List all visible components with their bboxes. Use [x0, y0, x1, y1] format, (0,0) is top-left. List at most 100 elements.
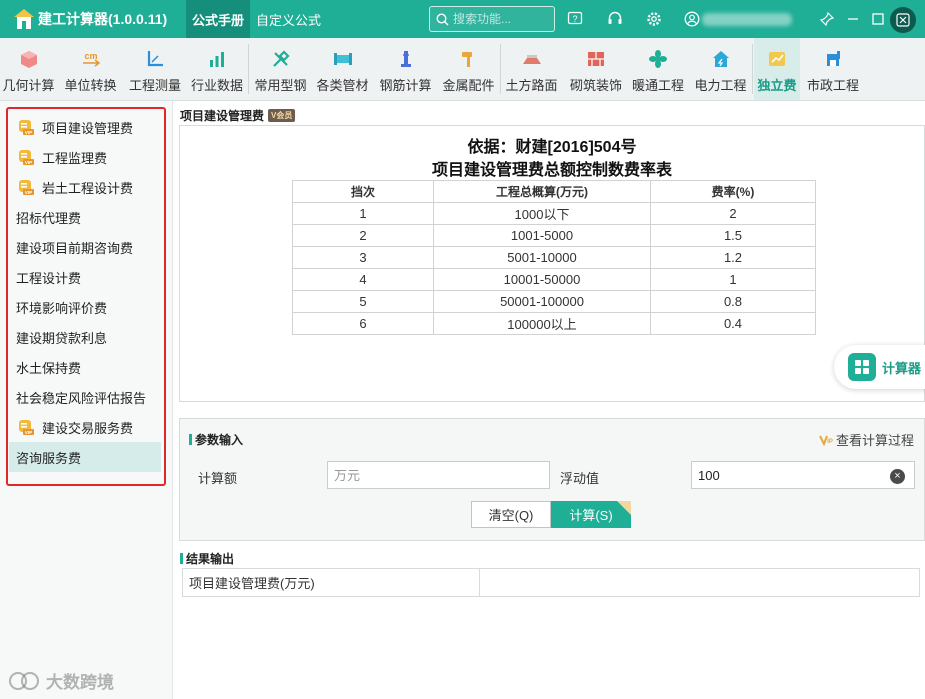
- svg-text:IP: IP: [827, 439, 833, 445]
- tool-label: 暖通工程: [631, 78, 684, 93]
- tool-label: 几何计算: [2, 78, 55, 93]
- tool-masonry-decoration[interactable]: 砌筑装饰: [565, 38, 627, 100]
- calculator-icon: [848, 353, 876, 381]
- table-cell: 0.8: [650, 290, 816, 313]
- table-cell: 5001-10000: [433, 246, 651, 269]
- headset-icon[interactable]: [605, 9, 625, 29]
- tab-formula-manual[interactable]: 公式手册: [186, 0, 251, 38]
- vip-coin-icon: VIP: [19, 149, 34, 165]
- sidebar-item[interactable]: 水土保持费: [9, 352, 161, 382]
- sidebar-item-label: 工程监理费: [42, 150, 108, 166]
- municipal-icon: [822, 48, 844, 70]
- table-cell: 50001-100000: [433, 290, 651, 313]
- table-row: 项目建设管理费(万元): [182, 568, 920, 597]
- rate-table-panel: 依据：财建[2016]504号 项目建设管理费总额控制数费率表 挡次 工程总概算…: [179, 125, 925, 402]
- sidebar-item[interactable]: 社会稳定风险评估报告: [9, 382, 161, 412]
- tool-hvac[interactable]: 暖通工程: [629, 38, 687, 100]
- table-cell: 1001-5000: [433, 224, 651, 247]
- settings-gear-icon[interactable]: [644, 9, 664, 29]
- rate-basis: 依据：财建[2016]504号: [467, 139, 637, 156]
- fan-icon: [647, 48, 669, 70]
- page-title-text: 项目建设管理费: [180, 109, 265, 123]
- category-toolbar: 几何计算 cm 单位转换 工程测量 行业数据 常用型钢 各类管材 钢筋计算 金属…: [0, 38, 925, 101]
- tab-custom-formula[interactable]: 自定义公式: [250, 0, 327, 38]
- sidebar-item-label: 项目建设管理费: [42, 120, 134, 136]
- minimize-icon[interactable]: [843, 9, 863, 29]
- sidebar-item-label: 招标代理费: [16, 210, 82, 226]
- tool-pipes[interactable]: 各类管材: [313, 38, 372, 100]
- column-header: 工程总概算(万元): [433, 180, 651, 203]
- ruler-angle-icon: [144, 48, 166, 70]
- sidebar-item[interactable]: 招标代理费: [9, 202, 161, 232]
- tool-survey[interactable]: 工程测量: [124, 38, 186, 100]
- view-process-label: 查看计算过程: [835, 433, 914, 448]
- search-input[interactable]: [449, 12, 545, 26]
- calculator-float-label: 计算器: [882, 360, 922, 376]
- table-row: 3 5001-10000 1.2: [292, 246, 816, 269]
- sidebar-item-label: 建设期贷款利息: [16, 330, 108, 346]
- tool-geometry[interactable]: 几何计算: [0, 38, 57, 100]
- view-process-link[interactable]: IP 查看计算过程: [819, 430, 914, 449]
- sidebar-item[interactable]: VIP 项目建设管理费: [9, 112, 161, 142]
- svg-text:?: ?: [572, 14, 577, 24]
- sidebar-item[interactable]: 建设期贷款利息: [9, 322, 161, 352]
- tool-power[interactable]: 电力工程: [691, 38, 750, 100]
- tool-industry-data[interactable]: 行业数据: [188, 38, 246, 100]
- clear-field-icon[interactable]: ×: [890, 469, 905, 484]
- avatar[interactable]: [890, 7, 916, 33]
- param-section-heading: 参数输入: [189, 431, 243, 448]
- calculate-button[interactable]: 计算(S): [551, 501, 631, 528]
- sidebar-item-label: 建设交易服务费: [42, 420, 134, 436]
- sidebar-item[interactable]: VIP 岩土工程设计费: [9, 172, 161, 202]
- tool-rebar[interactable]: 钢筋计算: [375, 38, 436, 100]
- table-cell: 4: [292, 268, 434, 291]
- float-value-input[interactable]: [691, 461, 915, 489]
- sidebar-item[interactable]: 环境影响评价费: [9, 292, 161, 322]
- tool-label: 单位转换: [64, 78, 117, 93]
- float-label: 浮动值: [560, 471, 600, 486]
- maximize-icon[interactable]: [868, 9, 888, 29]
- watermark-text: 大数跨境: [46, 673, 114, 692]
- sidebar-item[interactable]: VIP 建设交易服务费: [9, 412, 161, 442]
- sidebar-item-label: 环境影响评价费: [16, 300, 108, 316]
- sidebar-item[interactable]: 咨询服务费: [9, 442, 161, 472]
- member-badge-text: 会员: [276, 111, 293, 120]
- user-icon[interactable]: [682, 9, 702, 29]
- tool-label: 金属配件: [442, 78, 495, 93]
- table-cell: 3: [292, 246, 434, 269]
- sidebar-item[interactable]: 工程设计费: [9, 262, 161, 292]
- tool-unit-conversion[interactable]: cm 单位转换: [59, 38, 122, 100]
- watermark-logo-icon: [9, 671, 39, 690]
- tool-earthwork-road[interactable]: 土方路面: [502, 38, 561, 100]
- table-cell: 1000以下: [433, 202, 651, 225]
- pin-icon[interactable]: [817, 9, 837, 29]
- tool-label: 工程测量: [128, 78, 181, 93]
- tool-steel-sections[interactable]: 常用型钢: [250, 38, 311, 100]
- table-cell: 1: [650, 268, 816, 291]
- help-icon[interactable]: ?: [565, 9, 585, 29]
- tool-municipal[interactable]: 市政工程: [804, 38, 862, 100]
- sidebar-item-label: 咨询服务费: [16, 450, 82, 466]
- table-header-row: 挡次 工程总概算(万元) 费率(%): [292, 180, 816, 203]
- search-box[interactable]: [429, 6, 555, 32]
- cube-icon: [18, 48, 40, 70]
- column-header: 费率(%): [650, 180, 816, 203]
- amount-label: 计算额: [198, 471, 238, 486]
- sidebar-item[interactable]: 建设项目前期咨询费: [9, 232, 161, 262]
- tool-metal-fittings[interactable]: 金属配件: [439, 38, 498, 100]
- rate-table: 挡次 工程总概算(万元) 费率(%) 1 1000以下 2 2 1001-5000 1.5…: [292, 180, 816, 335]
- clear-button[interactable]: 清空(Q): [471, 501, 551, 528]
- tool-label: 钢筋计算: [379, 78, 432, 93]
- calculator-float-button[interactable]: 计算器: [834, 345, 925, 389]
- sidebar-item-label: 岩土工程设计费: [42, 180, 134, 196]
- sidebar-item[interactable]: VIP 工程监理费: [9, 142, 161, 172]
- tool-label: 电力工程: [694, 78, 747, 93]
- tool-label: 各类管材: [316, 78, 369, 93]
- result-section-label: 结果输出: [186, 552, 235, 566]
- power-house-icon: [710, 48, 732, 70]
- result-table: 项目建设管理费(万元): [182, 568, 920, 597]
- table-cell: 2: [650, 202, 816, 225]
- tool-independent-fee[interactable]: 独立费: [754, 38, 800, 100]
- amount-input[interactable]: [327, 461, 550, 489]
- unit-cm-icon: cm: [80, 48, 102, 70]
